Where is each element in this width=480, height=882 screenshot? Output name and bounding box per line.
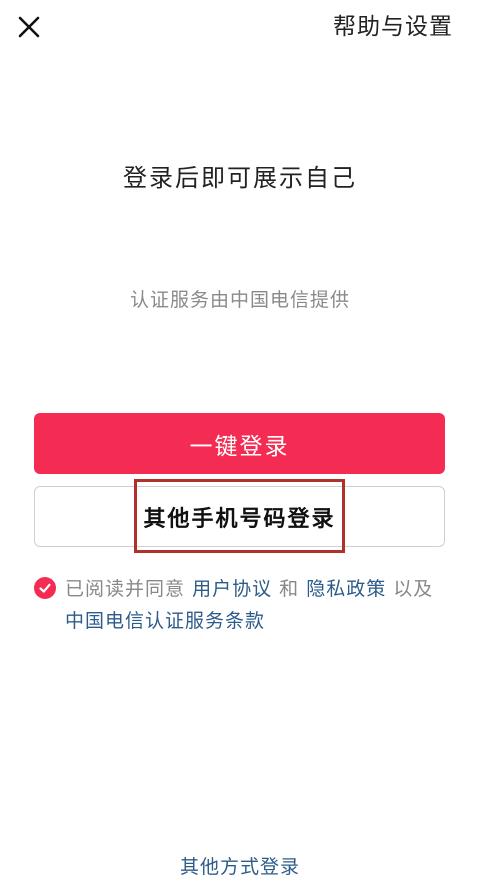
agreement-prefix: 已阅读并同意 [65,578,186,600]
auth-provider-note: 认证服务由中国电信提供 [129,289,350,311]
login-screen: 帮助与设置 登录后即可展示自己 认证服务由中国电信提供 一键登录 其他手机号码登… [0,0,480,882]
user-agreement-link[interactable]: 用户协议 [192,578,272,600]
agreement-text-line-2: 中国电信认证服务条款 [65,607,265,635]
other-phone-login-label: 其他手机号码登录 [143,506,336,532]
one-click-login-button[interactable]: 一键登录 [34,413,445,474]
telecom-terms-link[interactable]: 中国电信认证服务条款 [65,610,265,632]
agreement-and-also: 以及 [393,578,434,600]
agreement-text-line-1: 已阅读并同意 用户协议 和 隐私政策 以及 [65,575,433,603]
page-headline: 登录后即可展示自己 [123,164,357,192]
agreement-and: 和 [279,578,300,600]
checkmark-icon [39,583,51,593]
agreement-checkbox[interactable] [34,577,56,599]
one-click-login-label: 一键登录 [189,433,290,460]
privacy-policy-link[interactable]: 隐私政策 [306,578,386,600]
close-icon [18,16,40,38]
help-settings-link[interactable]: 帮助与设置 [333,10,453,44]
close-button[interactable] [14,12,44,42]
other-login-methods-link[interactable]: 其他方式登录 [0,852,480,882]
other-phone-login-button[interactable]: 其他手机号码登录 [34,486,445,547]
